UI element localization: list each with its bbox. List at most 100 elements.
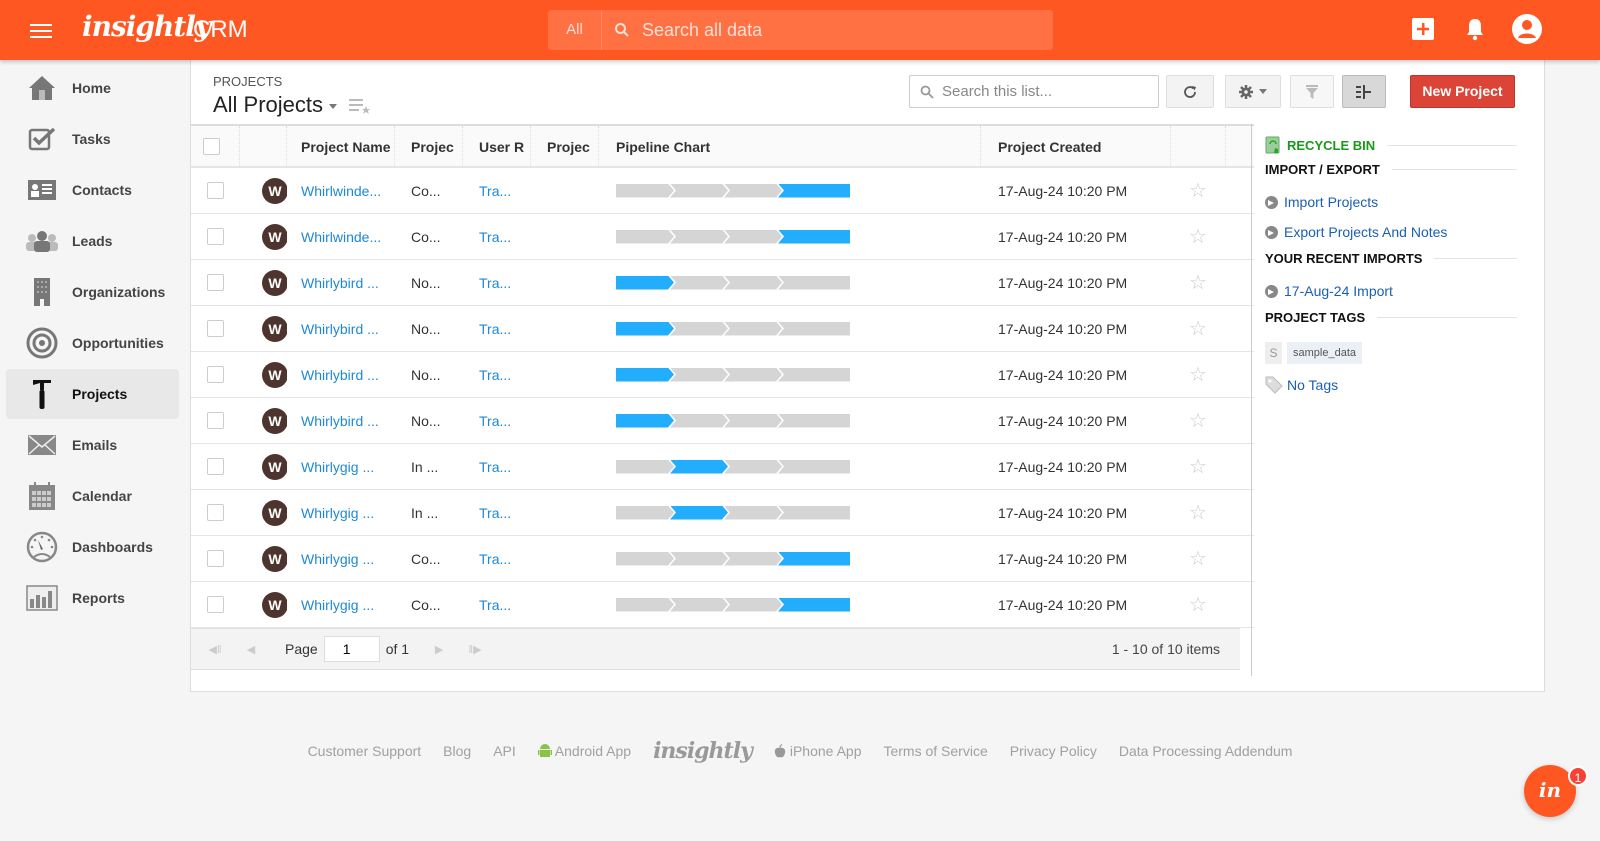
- user-responsible-link[interactable]: Tra...: [463, 413, 531, 429]
- row-checkbox[interactable]: [207, 412, 224, 429]
- footer-link-api[interactable]: API: [493, 743, 516, 759]
- sidebar-item-organizations[interactable]: Organizations: [6, 267, 179, 317]
- user-responsible-link[interactable]: Tra...: [463, 229, 531, 245]
- table-row[interactable]: W Whirlybird ... No... Tra... 17-Aug-24 10:2…: [191, 352, 1254, 398]
- row-checkbox[interactable]: [207, 458, 224, 475]
- user-responsible-link[interactable]: Tra...: [463, 367, 531, 383]
- brand-logo[interactable]: insightly: [82, 10, 211, 43]
- sidebar-item-leads[interactable]: Leads: [6, 216, 179, 266]
- user-responsible-link[interactable]: Tra...: [463, 551, 531, 567]
- new-project-button[interactable]: New Project: [1410, 75, 1515, 108]
- project-name-link[interactable]: Whirlybird ...: [287, 367, 395, 383]
- row-checkbox[interactable]: [207, 504, 224, 521]
- footer-link-iphone-app[interactable]: iPhone App: [774, 743, 861, 759]
- star-icon[interactable]: ☆: [1189, 410, 1207, 432]
- footer-link-privacy[interactable]: Privacy Policy: [1010, 743, 1097, 759]
- table-row[interactable]: W Whirlybird ... No... Tra... 17-Aug-24 10:2…: [191, 306, 1254, 352]
- project-name-link[interactable]: Whirlwinde...: [287, 183, 395, 199]
- table-row[interactable]: W Whirlygig ... Co... Tra... 17-Aug-24 10:20…: [191, 582, 1254, 628]
- table-row[interactable]: W Whirlybird ... No... Tra... 17-Aug-24 10:2…: [191, 398, 1254, 444]
- column-header-pipeline-chart[interactable]: Pipeline Chart: [599, 126, 981, 166]
- prev-page-button[interactable]: ◀: [233, 631, 269, 667]
- tag-sample-data[interactable]: sample_data: [1287, 342, 1362, 364]
- select-all-checkbox[interactable]: [203, 137, 220, 155]
- user-responsible-link[interactable]: Tra...: [463, 505, 531, 521]
- pipeline-view-toggle[interactable]: [1342, 75, 1386, 108]
- table-row[interactable]: W Whirlwinde... Co... Tra... 17-Aug-24 10:20…: [191, 168, 1254, 214]
- table-row[interactable]: W Whirlygig ... Co... Tra... 17-Aug-24 10:20…: [191, 536, 1254, 582]
- no-tags-link[interactable]: No Tags: [1265, 376, 1338, 394]
- sidebar-item-dashboards[interactable]: Dashboards: [6, 522, 179, 572]
- sidebar-item-projects[interactable]: Projects: [6, 369, 179, 419]
- footer-link-terms[interactable]: Terms of Service: [883, 743, 987, 759]
- column-header-project-created[interactable]: Project Created: [981, 126, 1171, 166]
- row-checkbox[interactable]: [207, 320, 224, 337]
- next-page-button[interactable]: ▶: [421, 631, 457, 667]
- settings-dropdown-button[interactable]: [1225, 75, 1281, 108]
- user-responsible-link[interactable]: Tra...: [463, 597, 531, 613]
- column-header-project-status[interactable]: Projec: [395, 126, 463, 166]
- favorite-list-icon[interactable]: [349, 98, 371, 114]
- last-page-button[interactable]: ‖▶: [457, 631, 493, 667]
- sidebar-item-tasks[interactable]: Tasks: [6, 114, 179, 164]
- export-projects-link[interactable]: Export Projects And Notes: [1265, 224, 1447, 240]
- footer-link-blog[interactable]: Blog: [443, 743, 471, 759]
- footer-link-customer-support[interactable]: Customer Support: [308, 743, 422, 759]
- view-selector[interactable]: All Projects: [213, 92, 338, 118]
- refresh-button[interactable]: [1166, 75, 1214, 108]
- row-checkbox[interactable]: [207, 228, 224, 245]
- row-checkbox[interactable]: [207, 596, 224, 613]
- column-header-project-name[interactable]: Project Name: [287, 126, 395, 166]
- list-search-input[interactable]: [942, 83, 1142, 100]
- star-icon[interactable]: ☆: [1189, 272, 1207, 294]
- project-name-link[interactable]: Whirlybird ...: [287, 275, 395, 291]
- sidebar-item-reports[interactable]: Reports: [6, 573, 179, 623]
- user-responsible-link[interactable]: Tra...: [463, 459, 531, 475]
- table-row[interactable]: W Whirlygig ... In ... Tra... 17-Aug-24 10:2…: [191, 444, 1254, 490]
- table-row[interactable]: W Whirlwinde... Co... Tra... 17-Aug-24 10:20…: [191, 214, 1254, 260]
- sidebar-item-emails[interactable]: Emails: [6, 420, 179, 470]
- column-header-user-responsible[interactable]: User R: [463, 126, 531, 166]
- import-projects-link[interactable]: Import Projects: [1265, 194, 1378, 210]
- project-name-link[interactable]: Whirlygig ...: [287, 505, 395, 521]
- project-name-link[interactable]: Whirlybird ...: [287, 413, 395, 429]
- first-page-button[interactable]: ◀‖: [197, 631, 233, 667]
- star-icon[interactable]: ☆: [1189, 180, 1207, 202]
- recycle-bin-link[interactable]: RECYCLE BIN: [1265, 136, 1517, 154]
- row-checkbox[interactable]: [207, 366, 224, 383]
- user-responsible-link[interactable]: Tra...: [463, 183, 531, 199]
- footer-link-dpa[interactable]: Data Processing Addendum: [1119, 743, 1293, 759]
- star-icon[interactable]: ☆: [1189, 548, 1207, 570]
- project-name-link[interactable]: Whirlwinde...: [287, 229, 395, 245]
- project-name-link[interactable]: Whirlybird ...: [287, 321, 395, 337]
- menu-icon[interactable]: [30, 20, 52, 38]
- page-number-input[interactable]: [323, 636, 380, 662]
- user-responsible-link[interactable]: Tra...: [463, 275, 531, 291]
- user-profile-icon[interactable]: [1511, 13, 1543, 45]
- star-icon[interactable]: ☆: [1189, 456, 1207, 478]
- notifications-bell-icon[interactable]: [1465, 17, 1485, 41]
- column-header-project-category[interactable]: Projec: [531, 126, 599, 166]
- recent-import-link[interactable]: 17-Aug-24 Import: [1265, 283, 1393, 299]
- search-scope-button[interactable]: All: [548, 10, 602, 50]
- sidebar-item-home[interactable]: Home: [6, 63, 179, 113]
- star-icon[interactable]: ☆: [1189, 318, 1207, 340]
- add-icon[interactable]: [1412, 18, 1434, 40]
- project-name-link[interactable]: Whirlygig ...: [287, 459, 395, 475]
- footer-link-android-app[interactable]: Android App: [537, 743, 631, 759]
- star-icon[interactable]: ☆: [1189, 364, 1207, 386]
- sidebar-item-opportunities[interactable]: Opportunities: [6, 318, 179, 368]
- user-responsible-link[interactable]: Tra...: [463, 321, 531, 337]
- star-icon[interactable]: ☆: [1189, 594, 1207, 616]
- sidebar-item-calendar[interactable]: Calendar: [6, 471, 179, 521]
- row-checkbox[interactable]: [207, 274, 224, 291]
- table-row[interactable]: W Whirlygig ... In ... Tra... 17-Aug-24 10:2…: [191, 490, 1254, 536]
- global-search-input[interactable]: [642, 19, 1042, 41]
- row-checkbox[interactable]: [207, 182, 224, 199]
- project-name-link[interactable]: Whirlygig ...: [287, 551, 395, 567]
- sidebar-item-contacts[interactable]: Contacts: [6, 165, 179, 215]
- row-checkbox[interactable]: [207, 550, 224, 567]
- filter-button[interactable]: [1290, 75, 1334, 108]
- star-icon[interactable]: ☆: [1189, 226, 1207, 248]
- star-icon[interactable]: ☆: [1189, 502, 1207, 524]
